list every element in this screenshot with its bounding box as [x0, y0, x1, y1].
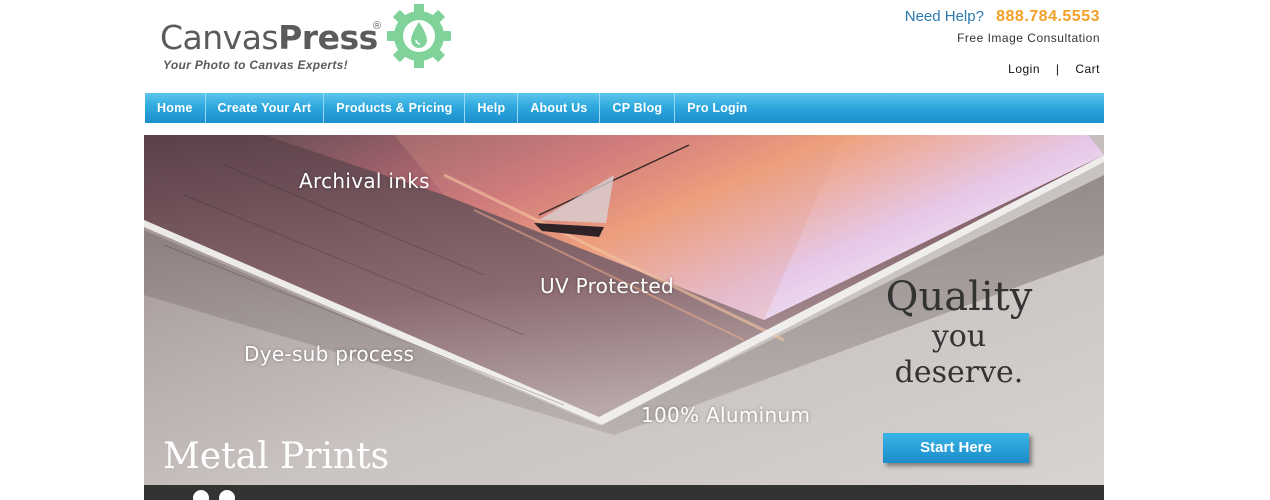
bottom-strip	[144, 485, 1104, 500]
start-here-button[interactable]: Start Here	[883, 433, 1029, 463]
quality-slogan: Quality you deserve.	[879, 275, 1039, 391]
hero-banner[interactable]: Archival inks UV Protected Dye-sub proce…	[144, 135, 1104, 500]
nav-products-pricing[interactable]: Products & Pricing	[324, 93, 466, 123]
nav-cp-blog[interactable]: CP Blog	[600, 93, 676, 123]
feature-archival-inks: Archival inks	[299, 169, 430, 193]
nav-pro-login[interactable]: Pro Login	[675, 93, 759, 123]
nav-create-your-art[interactable]: Create Your Art	[206, 93, 325, 123]
login-link[interactable]: Login	[1008, 62, 1040, 76]
carousel-dot-1[interactable]	[193, 490, 209, 500]
feature-dye-sub: Dye-sub process	[244, 342, 415, 366]
help-contact: Need Help? 888.784.5553 Free Image Consu…	[905, 8, 1100, 45]
main-nav: Home Create Your Art Products & Pricing …	[145, 93, 1104, 123]
free-consultation-link[interactable]: Free Image Consultation	[905, 31, 1100, 45]
quality-line-2: you	[931, 319, 987, 354]
feature-uv-protected: UV Protected	[540, 274, 674, 298]
carousel-dot-2[interactable]	[219, 490, 235, 500]
need-help-label: Need Help?	[904, 8, 984, 25]
nav-about-us[interactable]: About Us	[518, 93, 601, 123]
logo-tagline: Your Photo to Canvas Experts!	[163, 58, 348, 72]
phone-number[interactable]: 888.784.5553	[996, 8, 1100, 25]
registered-mark: ®	[373, 20, 382, 32]
cart-link[interactable]: Cart	[1075, 62, 1100, 76]
account-separator: |	[1055, 62, 1060, 76]
nav-help[interactable]: Help	[465, 93, 519, 123]
gear-droplet-icon	[387, 4, 451, 68]
logo[interactable]: CanvasPress ® Your Photo to Canvas Exper…	[160, 4, 460, 78]
quality-line-1: Quality	[885, 274, 1033, 320]
feature-aluminum: 100% Aluminum	[641, 403, 811, 427]
quality-line-3: deserve.	[894, 355, 1024, 390]
nav-home[interactable]: Home	[145, 93, 206, 123]
logo-wordmark: CanvasPress	[160, 18, 378, 57]
product-title: Metal Prints	[163, 436, 390, 477]
account-links: Login | Cart	[1008, 62, 1100, 76]
